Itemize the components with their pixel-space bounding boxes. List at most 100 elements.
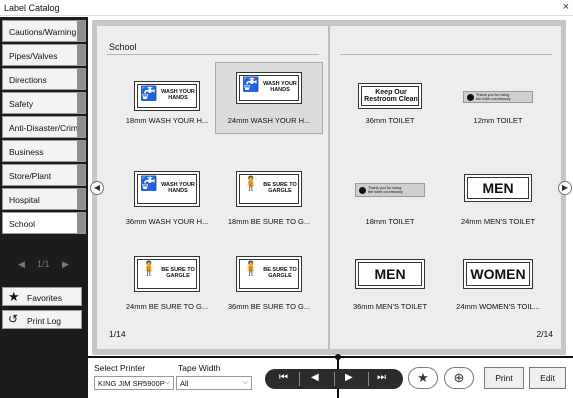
sidebar-item-directions[interactable]: Directions: [2, 68, 86, 90]
label-preview: 🧍 BE SURE TO GARGLE: [134, 256, 200, 292]
item-caption: 36mm BE SURE TO G...: [227, 302, 311, 311]
label-item[interactable]: MEN 24mm MEN'S TOILET: [444, 166, 552, 246]
sidebar-item-label: Anti-Disaster/Crime: [9, 123, 83, 133]
tape-width-select[interactable]: All ⌵: [176, 376, 252, 390]
label-item[interactable]: Thank you for using the toilet courteous…: [336, 166, 444, 246]
category-tab: [77, 141, 85, 161]
window-title: Label Catalog: [4, 3, 60, 13]
favorites-label: Favorites: [27, 293, 62, 303]
sidebar-item-label: Store/Plant: [9, 171, 52, 181]
last-page-button[interactable]: ⏭: [377, 372, 386, 383]
category-tab: [77, 45, 85, 65]
prev-page-button[interactable]: ◀: [311, 372, 319, 383]
gargle-icon: 🧍: [242, 260, 260, 276]
favorites-button[interactable]: ★ Favorites: [2, 287, 82, 306]
left-page-number: 1/14: [109, 329, 126, 339]
sidebar-item-label: Pipes/Valves: [9, 51, 58, 61]
star-icon: ★: [8, 289, 20, 304]
printer-label: Select Printer: [94, 363, 146, 373]
pager-text: 1/1: [37, 259, 50, 269]
category-tab: [77, 21, 85, 41]
label-item[interactable]: 🚰 WASH YOUR HANDS 36mm WASH YOUR H...: [113, 166, 221, 246]
category-tab: [77, 165, 85, 185]
page-navigation: ⏮ ◀ ▶ ⏭: [265, 369, 403, 389]
sidebar-item-hospital[interactable]: Hospital: [2, 188, 86, 210]
pager-prev-icon[interactable]: ◀: [18, 259, 25, 270]
printer-select[interactable]: KING JIM SR5900P ⌵: [94, 376, 174, 390]
next-page-arrow[interactable]: ▶: [558, 181, 572, 195]
title-divider: [340, 54, 552, 55]
label-item[interactable]: 🧍 BE SURE TO GARGLE 36mm BE SURE TO G...: [215, 251, 323, 331]
label-item[interactable]: MEN 36mm MEN'S TOILET: [336, 251, 444, 331]
favorite-button[interactable]: ★: [408, 367, 438, 389]
label-item[interactable]: WOMEN 24mm WOMEN'S TOIL...: [444, 251, 552, 331]
sidebar-item-safety[interactable]: Safety: [2, 92, 86, 114]
close-icon[interactable]: ×: [563, 1, 569, 13]
first-page-button[interactable]: ⏮: [279, 372, 288, 383]
sidebar-item-business[interactable]: Business: [2, 140, 86, 162]
pager-next-icon[interactable]: ▶: [62, 259, 69, 270]
label-item[interactable]: 🚰 WASH YOUR HANDS 18mm WASH YOUR H...: [113, 69, 221, 149]
tape-width-label: Tape Width: [178, 363, 221, 373]
title-bar: Label Catalog ×: [0, 0, 573, 16]
tape-width-value: All: [180, 379, 189, 388]
label-item[interactable]: Thank you for using the toilet courteous…: [444, 69, 552, 149]
next-page-button[interactable]: ▶: [345, 372, 353, 383]
sidebar-item-anti-disaster-crime[interactable]: Anti-Disaster/Crime: [2, 116, 86, 138]
nav-divider: [334, 372, 335, 386]
label-item[interactable]: Keep Our Restroom Clean 36mm TOILET: [336, 69, 444, 149]
item-caption: 18mm WASH YOUR H...: [125, 116, 209, 125]
item-caption: 12mm TOILET: [473, 116, 523, 125]
zoom-button[interactable]: ⊕: [444, 367, 474, 389]
sidebar-item-label: Cautions/Warning: [9, 27, 77, 37]
edit-button[interactable]: Edit: [529, 367, 566, 389]
label-text: MEN: [374, 266, 406, 282]
label-item[interactable]: 🧍 BE SURE TO GARGLE 18mm BE SURE TO G...: [215, 166, 323, 246]
label-item[interactable]: 🧍 BE SURE TO GARGLE 24mm BE SURE TO G...: [113, 251, 221, 331]
label-preview: 🧍 BE SURE TO GARGLE: [236, 256, 302, 292]
nav-divider: [299, 372, 300, 386]
sidebar-item-pipes-valves[interactable]: Pipes/Valves: [2, 44, 86, 66]
item-frame: [444, 69, 552, 149]
label-preview: Keep Our Restroom Clean: [358, 83, 422, 109]
label-preview: MEN: [464, 174, 532, 202]
sidebar-item-label: School: [9, 219, 35, 229]
title-divider: [107, 54, 319, 55]
sidebar-item-label: Directions: [9, 75, 47, 85]
sidebar-item-store-plant[interactable]: Store/Plant: [2, 164, 86, 186]
category-pager: ◀ 1/1 ▶: [0, 256, 88, 274]
right-page-number: 2/14: [536, 329, 553, 339]
gargle-icon: 🧍: [242, 175, 260, 191]
left-page: School 🚰 WASH YOUR HANDS 18mm WASH YOUR …: [97, 26, 328, 349]
sidebar-item-cautions-warning[interactable]: Cautions/Warning: [2, 20, 86, 42]
history-icon: ↺: [8, 312, 19, 326]
label-text: Keep Our Restroom Clean: [364, 89, 418, 104]
faucet-icon: 🚰: [140, 85, 158, 101]
exclamation-icon: [467, 94, 474, 101]
bottom-toolbar: Select Printer KING JIM SR5900P ⌵ Tape W…: [88, 354, 573, 398]
item-caption: 18mm BE SURE TO G...: [227, 217, 311, 226]
label-text: WOMEN: [470, 266, 526, 282]
item-caption: 24mm WOMEN'S TOIL...: [456, 302, 540, 311]
label-text: Thank you for using the toilet courteous…: [368, 186, 403, 194]
label-preview: 🚰 WASH YOUR HANDS: [236, 72, 302, 104]
label-preview: Thank you for using the toilet courteous…: [463, 91, 533, 103]
print-button[interactable]: Print: [484, 367, 524, 389]
sidebar-item-label: Hospital: [9, 195, 40, 205]
label-text: MEN: [482, 180, 514, 196]
print-log-button[interactable]: ↺ Print Log: [2, 310, 82, 329]
label-preview: 🧍 BE SURE TO GARGLE: [236, 171, 302, 207]
label-text: BE SURE TO GARGLE: [263, 267, 297, 279]
catalog-book: School 🚰 WASH YOUR HANDS 18mm WASH YOUR …: [90, 20, 572, 355]
label-preview: Thank you for using the toilet courteous…: [355, 183, 425, 197]
faucet-icon: 🚰: [140, 175, 158, 191]
print-log-label: Print Log: [27, 316, 62, 326]
label-item[interactable]: 🚰 WASH YOUR HANDS 24mm WASH YOUR H...: [215, 62, 323, 134]
item-caption: 36mm WASH YOUR H...: [125, 217, 209, 226]
label-text: BE SURE TO GARGLE: [263, 182, 297, 194]
faucet-icon: 🚰: [242, 76, 260, 92]
prev-page-arrow[interactable]: ◀: [90, 181, 104, 195]
position-marker: [335, 354, 341, 360]
category-tab: [77, 69, 85, 89]
sidebar-item-school[interactable]: School: [2, 212, 86, 234]
